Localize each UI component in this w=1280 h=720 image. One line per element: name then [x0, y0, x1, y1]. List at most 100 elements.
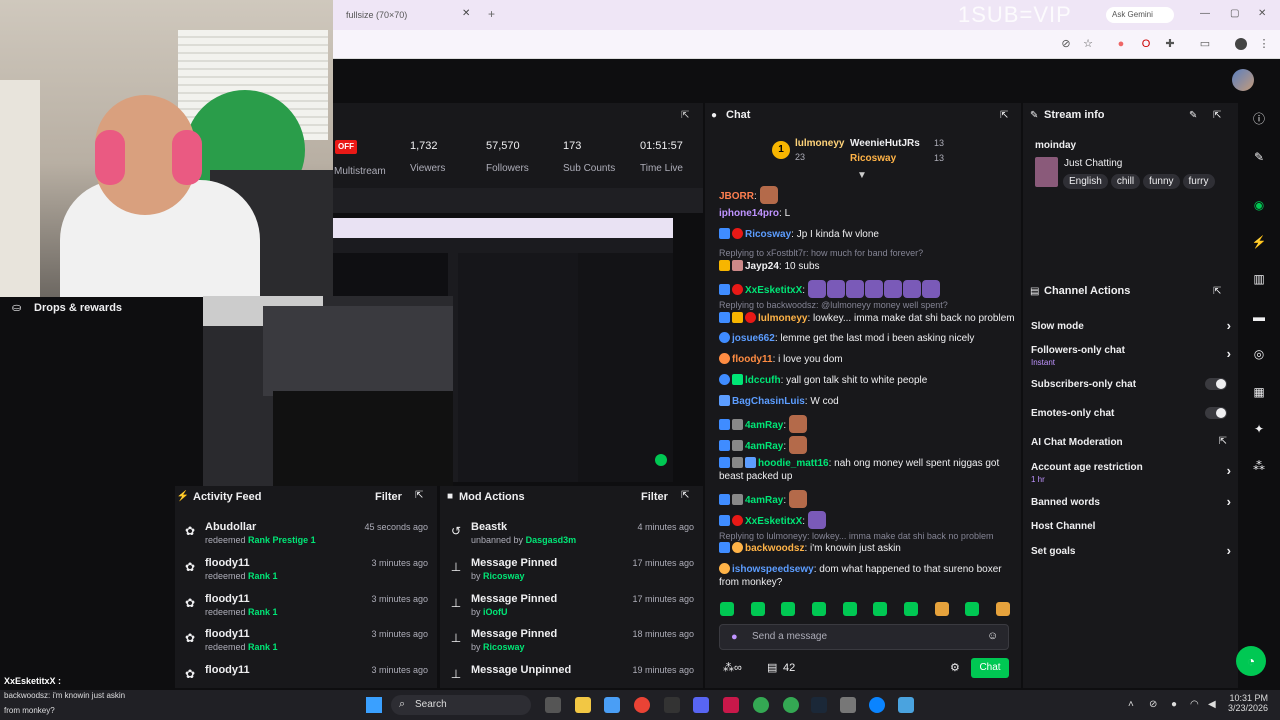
edit-icon[interactable]: ✎ — [1189, 110, 1197, 121]
app-icon[interactable] — [723, 697, 739, 713]
close-window-icon[interactable]: ✕ — [1258, 8, 1266, 19]
chat-user[interactable]: floody11 — [732, 354, 773, 365]
popout-icon[interactable]: ⇱ — [681, 110, 689, 121]
chat-user[interactable]: backwoodsz — [745, 543, 804, 554]
chrome-icon[interactable] — [753, 697, 769, 713]
tool-icon[interactable]: ✦ — [1246, 418, 1272, 440]
mod-by-user[interactable]: Ricosway — [483, 642, 525, 652]
message-icon[interactable]: ▬ — [1246, 306, 1272, 328]
multistream-label[interactable]: Multistream — [334, 166, 386, 177]
feed-user[interactable]: Abudollar — [205, 521, 256, 533]
menu-dots-icon[interactable]: ⋮ — [1258, 38, 1270, 50]
chat-user[interactable]: BagChasinLuis — [732, 396, 805, 407]
chat-user[interactable]: lulmoneyy — [758, 313, 807, 324]
volume-icon[interactable]: ◀ — [1208, 699, 1216, 710]
emote-icon[interactable] — [934, 602, 949, 616]
tag-english[interactable]: English — [1063, 174, 1108, 189]
popout-icon[interactable]: ⇱ — [681, 490, 689, 501]
chat-user[interactable]: Ricosway — [745, 229, 791, 240]
feed-user[interactable]: floody11 — [205, 557, 250, 569]
users-icon[interactable]: ⁂ — [1246, 455, 1272, 477]
activity-filter-button[interactable]: Filter — [375, 491, 402, 503]
camera-icon[interactable]: ◉ — [1246, 194, 1272, 216]
slow-mode-row[interactable]: Slow mode › — [1031, 318, 1231, 340]
chat-user[interactable]: hoodie_matt16 — [758, 458, 829, 469]
feed-user[interactable]: floody11 — [205, 664, 250, 676]
infinity-icon[interactable]: ⁂∞ — [723, 661, 742, 674]
category-box-art[interactable] — [1035, 157, 1058, 187]
store-icon[interactable] — [604, 697, 620, 713]
opera-icon[interactable]: O — [1140, 38, 1152, 50]
wifi-icon[interactable]: ◠ — [1190, 699, 1199, 710]
clipboard-icon[interactable]: ▥ — [1246, 268, 1272, 290]
emote-icon[interactable] — [750, 602, 765, 616]
emote-icon[interactable] — [842, 602, 857, 616]
chat-user[interactable]: JBORR — [719, 191, 754, 202]
emotes-only-toggle[interactable] — [1205, 407, 1227, 419]
headset-help-icon[interactable]: ◔ — [1236, 646, 1266, 676]
chat-user[interactable]: 4amRay — [745, 441, 783, 452]
settings-icon[interactable] — [840, 697, 856, 713]
avatar[interactable] — [1232, 69, 1254, 91]
leader-second-name[interactable]: WeenieHutJRs — [850, 138, 920, 149]
layout-icon[interactable]: ▦ — [1246, 381, 1272, 403]
emoji-icon[interactable]: ☺ — [987, 630, 998, 642]
mic-icon[interactable]: ● — [731, 631, 738, 643]
emote-icon[interactable] — [903, 602, 918, 616]
maximize-icon[interactable]: ▢ — [1230, 8, 1239, 19]
minimize-icon[interactable]: — — [1200, 8, 1210, 19]
host-channel-row[interactable]: Host Channel — [1031, 518, 1231, 538]
chat-user[interactable]: josue662 — [732, 333, 775, 344]
stream-category[interactable]: Just Chatting — [1064, 158, 1122, 169]
chat-user[interactable]: XxEsketitxX — [745, 285, 802, 296]
profile-icon[interactable] — [1235, 38, 1247, 50]
chat-user[interactable]: iphone14pro — [719, 208, 779, 219]
emote-icon[interactable] — [781, 602, 796, 616]
close-tab-icon[interactable]: ✕ — [462, 8, 470, 19]
edge-icon[interactable] — [869, 697, 885, 713]
network-icon[interactable]: ⊘ — [1149, 699, 1157, 710]
chrome-icon[interactable] — [634, 697, 650, 713]
mute-icon[interactable]: ⊘ — [1060, 38, 1072, 50]
app-icon[interactable] — [898, 697, 914, 713]
extension-icon[interactable]: ● — [1115, 38, 1127, 50]
leader-first-name[interactable]: lulmoneyy — [795, 138, 844, 149]
account-age-row[interactable]: Account age restriction 1 hr › — [1031, 461, 1231, 485]
chrome-icon[interactable] — [783, 697, 799, 713]
banned-words-row[interactable]: Banned words › — [1031, 494, 1231, 514]
ask-gemini-button[interactable]: Ask Gemini — [1106, 7, 1174, 23]
chevron-up-icon[interactable]: ˄ — [1128, 699, 1134, 710]
mod-by-user[interactable]: iOofU — [483, 607, 508, 617]
new-tab-icon[interactable]: + — [488, 7, 495, 21]
discord-icon[interactable] — [693, 697, 709, 713]
mod-by-user[interactable]: Ricosway — [483, 571, 525, 581]
emote-icon[interactable] — [995, 602, 1010, 616]
chat-user[interactable]: Jayp24 — [745, 261, 779, 272]
emote-icon[interactable] — [873, 602, 888, 616]
broadcast-icon[interactable]: ◎ — [1246, 343, 1272, 365]
microphone-icon[interactable]: ● — [1171, 699, 1177, 710]
tag-funny[interactable]: funny — [1143, 174, 1180, 189]
popout-icon[interactable]: ⇱ — [1000, 110, 1008, 121]
leader-third-name[interactable]: Ricosway — [850, 153, 896, 164]
followers-only-row[interactable]: Followers-only chat Instant › — [1031, 344, 1231, 368]
task-view-icon[interactable] — [545, 697, 561, 713]
emote-icon[interactable] — [811, 602, 826, 616]
taskbar-search[interactable]: Search — [391, 695, 531, 715]
file-explorer-icon[interactable] — [575, 697, 591, 713]
chat-user[interactable]: ldccufh — [745, 375, 781, 386]
address-bar[interactable] — [333, 30, 1280, 59]
chat-user[interactable]: ishowspeedsewy — [732, 564, 814, 575]
sidepanel-icon[interactable]: ▭ — [1199, 38, 1211, 50]
popout-icon[interactable]: ⇱ — [1213, 286, 1221, 297]
lightning-icon[interactable]: ⚡ — [1246, 231, 1272, 253]
chat-send-button[interactable]: Chat — [971, 658, 1009, 678]
puzzle-icon[interactable]: ✚ — [1164, 38, 1176, 50]
tag-chill[interactable]: chill — [1110, 174, 1141, 189]
chat-user[interactable]: 4amRay — [745, 495, 783, 506]
chat-user[interactable]: XxEsketitxX — [745, 516, 802, 527]
tag-furry[interactable]: furry — [1182, 174, 1215, 189]
info-icon[interactable]: ⓘ — [1246, 108, 1272, 130]
collapse-icon[interactable]: ▼ — [857, 170, 867, 181]
emote-icon[interactable] — [965, 602, 980, 616]
